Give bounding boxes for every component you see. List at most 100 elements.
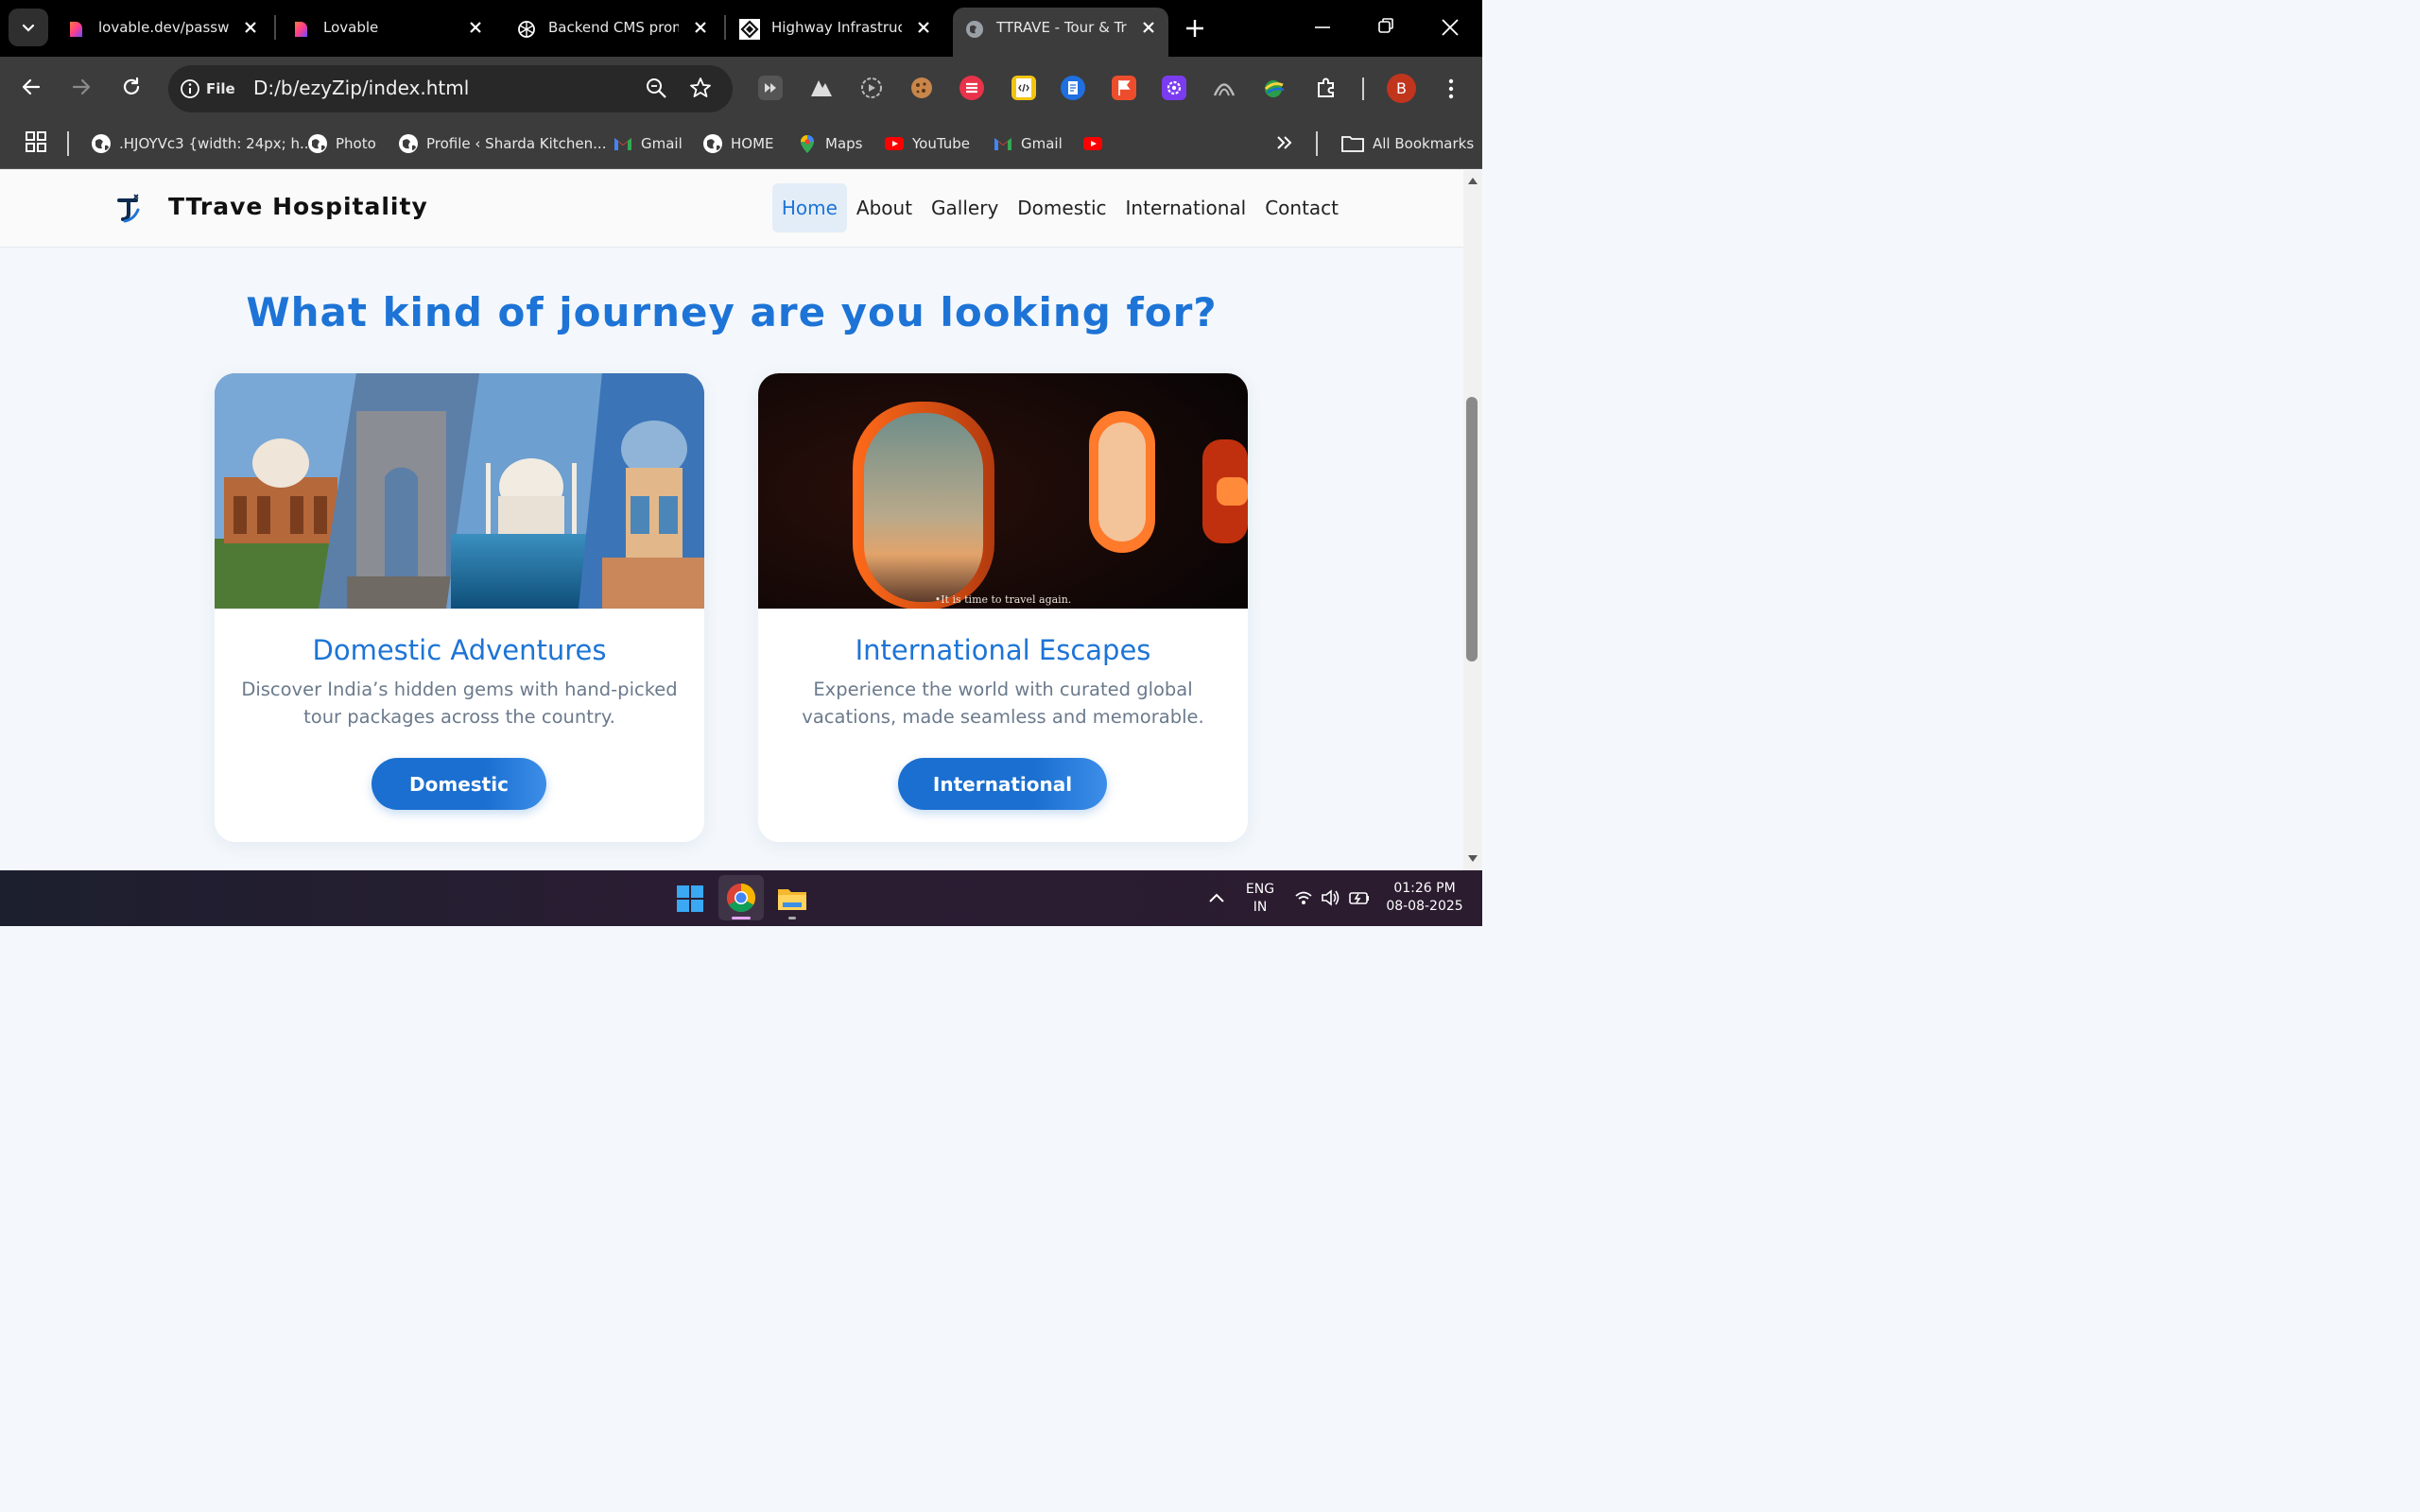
kebab-menu-icon[interactable]: [1443, 77, 1460, 101]
settings-extension-icon[interactable]: [1162, 76, 1186, 100]
bookmark-item[interactable]: Gmail: [993, 130, 1063, 157]
bookmark-label: Photo: [336, 135, 376, 152]
bookmark-item[interactable]: .HJOYVc3 {width: 24px; h...: [91, 130, 313, 157]
wifi-icon[interactable]: [1294, 889, 1313, 906]
nav-link-gallery[interactable]: Gallery: [922, 183, 1008, 232]
media-extension-icon[interactable]: [859, 76, 884, 100]
forward-arrow-icon[interactable]: [70, 76, 93, 98]
site-info-chip[interactable]: File: [180, 75, 235, 103]
international-button[interactable]: International: [898, 758, 1107, 810]
close-icon[interactable]: [913, 17, 934, 38]
browser-toolbar: File D:/b/ezyZip/index.html B: [0, 57, 1482, 119]
back-arrow-icon[interactable]: [20, 76, 43, 98]
reload-icon[interactable]: [120, 76, 143, 98]
bookmark-star-icon[interactable]: [688, 76, 713, 100]
chrome-taskbar-button[interactable]: [718, 875, 764, 920]
chevron-double-right-icon[interactable]: [1274, 132, 1295, 153]
scroll-down-arrow-icon[interactable]: [1467, 854, 1478, 864]
flag-extension-icon[interactable]: [1112, 76, 1136, 100]
scroll-up-arrow-icon[interactable]: [1467, 176, 1478, 185]
apps-grid-icon[interactable]: [25, 130, 49, 155]
bookmark-item[interactable]: YouTube: [884, 130, 970, 157]
browser-tab[interactable]: Backend CMS prompt: [505, 8, 720, 49]
bookmark-item[interactable]: HOME: [702, 130, 774, 157]
puzzle-extensions-icon[interactable]: [1314, 76, 1339, 100]
international-card: •It is time to travel again. Internation…: [758, 373, 1248, 842]
nav-link-international[interactable]: International: [1116, 183, 1256, 232]
restore-icon[interactable]: [1375, 15, 1396, 38]
zoom-magnifier-icon[interactable]: [645, 77, 669, 101]
close-icon[interactable]: [1138, 17, 1159, 38]
file-explorer-icon[interactable]: [773, 880, 811, 918]
bookmark-item[interactable]: Maps: [797, 130, 862, 157]
bookmark-item[interactable]: [1082, 130, 1111, 157]
card-title: International Escapes: [855, 634, 1151, 666]
arch-extension-icon[interactable]: [1212, 76, 1236, 100]
volume-icon[interactable]: [1321, 888, 1341, 907]
globe-arrow-extension-icon[interactable]: [1262, 76, 1287, 100]
window-close-icon[interactable]: [1439, 15, 1461, 40]
browser-tab-active[interactable]: TTRAVE - Tour & Travel: [953, 8, 1168, 57]
close-icon[interactable]: [240, 17, 261, 38]
brand-logo-icon[interactable]: [115, 193, 144, 225]
clock-date: 08-08-2025: [1386, 899, 1463, 914]
bookmark-label: Gmail: [641, 135, 683, 152]
bookmark-item[interactable]: Photo: [307, 130, 376, 157]
scrollbar-thumb[interactable]: [1466, 397, 1478, 662]
india-monuments-image: [215, 373, 704, 609]
minimize-icon[interactable]: [1312, 15, 1333, 38]
profile-avatar[interactable]: B: [1387, 74, 1416, 103]
windows-start-icon[interactable]: [671, 880, 709, 918]
close-icon[interactable]: [465, 17, 486, 38]
battery-charging-icon[interactable]: [1348, 889, 1371, 906]
site-navbar: TTrave Hospitality Home About Gallery Do…: [0, 170, 1463, 248]
maps-pin-icon: [801, 135, 814, 153]
nav-link-domestic[interactable]: Domestic: [1008, 183, 1115, 232]
windows-taskbar: ENG IN 01:26 PM 08-08-2025: [0, 870, 1482, 926]
language-indicator[interactable]: ENG IN: [1241, 881, 1279, 917]
nav-link-about[interactable]: About: [847, 183, 922, 232]
clock-time: 01:26 PM: [1393, 881, 1456, 896]
brand-name[interactable]: TTrave Hospitality: [168, 193, 428, 220]
tab-title: lovable.dev/password: [98, 19, 229, 36]
domestic-button[interactable]: Domestic: [372, 758, 546, 810]
fast-forward-extension-icon[interactable]: [758, 76, 783, 100]
chevron-up-icon[interactable]: [1208, 891, 1225, 904]
code-extension-icon[interactable]: [1011, 76, 1036, 100]
bookmark-label: YouTube: [912, 135, 970, 152]
chrome-icon: [726, 884, 756, 913]
globe-icon: [703, 134, 722, 153]
cookie-extension-icon[interactable]: [909, 76, 934, 100]
bookmark-label: Maps: [825, 135, 863, 152]
youtube-icon: [885, 137, 904, 150]
bookmarks-bar: .HJOYVc3 {width: 24px; h... Photo Profil…: [0, 119, 1482, 169]
bookmark-item[interactable]: Gmail: [613, 130, 683, 157]
active-app-indicator: [732, 917, 751, 919]
airplane-window-image: •It is time to travel again.: [758, 373, 1248, 609]
all-bookmarks-button[interactable]: All Bookmarks: [1340, 130, 1474, 157]
section-heading: What kind of journey are you looking for…: [246, 289, 1218, 335]
docs-extension-icon[interactable]: [1061, 76, 1085, 100]
scheme-label: File: [206, 80, 235, 97]
new-tab-plus-icon[interactable]: [1184, 17, 1206, 40]
tab-title: Highway Infrastructure: [771, 19, 902, 36]
tab-search-button[interactable]: [9, 9, 48, 46]
nav-link-home[interactable]: Home: [771, 183, 847, 232]
browser-tab[interactable]: Lovable: [280, 8, 495, 49]
browser-tab[interactable]: lovable.dev/password: [55, 8, 270, 49]
clock[interactable]: 01:26 PM 08-08-2025: [1382, 880, 1467, 916]
globe-icon: [92, 134, 111, 153]
bookmarks-divider: [67, 131, 69, 156]
mountain-extension-icon[interactable]: [809, 76, 834, 100]
address-bar[interactable]: File D:/b/ezyZip/index.html: [168, 65, 733, 112]
close-icon[interactable]: [690, 17, 711, 38]
bookmark-item[interactable]: Profile ‹ Sharda Kitchen...: [398, 130, 606, 157]
site-nav-links: Home About Gallery Domestic Internationa…: [771, 183, 1348, 232]
nav-link-contact[interactable]: Contact: [1255, 183, 1348, 232]
url-text[interactable]: D:/b/ezyZip/index.html: [253, 77, 469, 99]
stack-extension-icon[interactable]: [959, 76, 984, 100]
toolbar-divider: [1362, 77, 1364, 100]
folder-icon: [1341, 136, 1364, 152]
browser-tab[interactable]: Highway Infrastructure: [728, 8, 943, 49]
lovable-heart-icon: [295, 22, 307, 37]
